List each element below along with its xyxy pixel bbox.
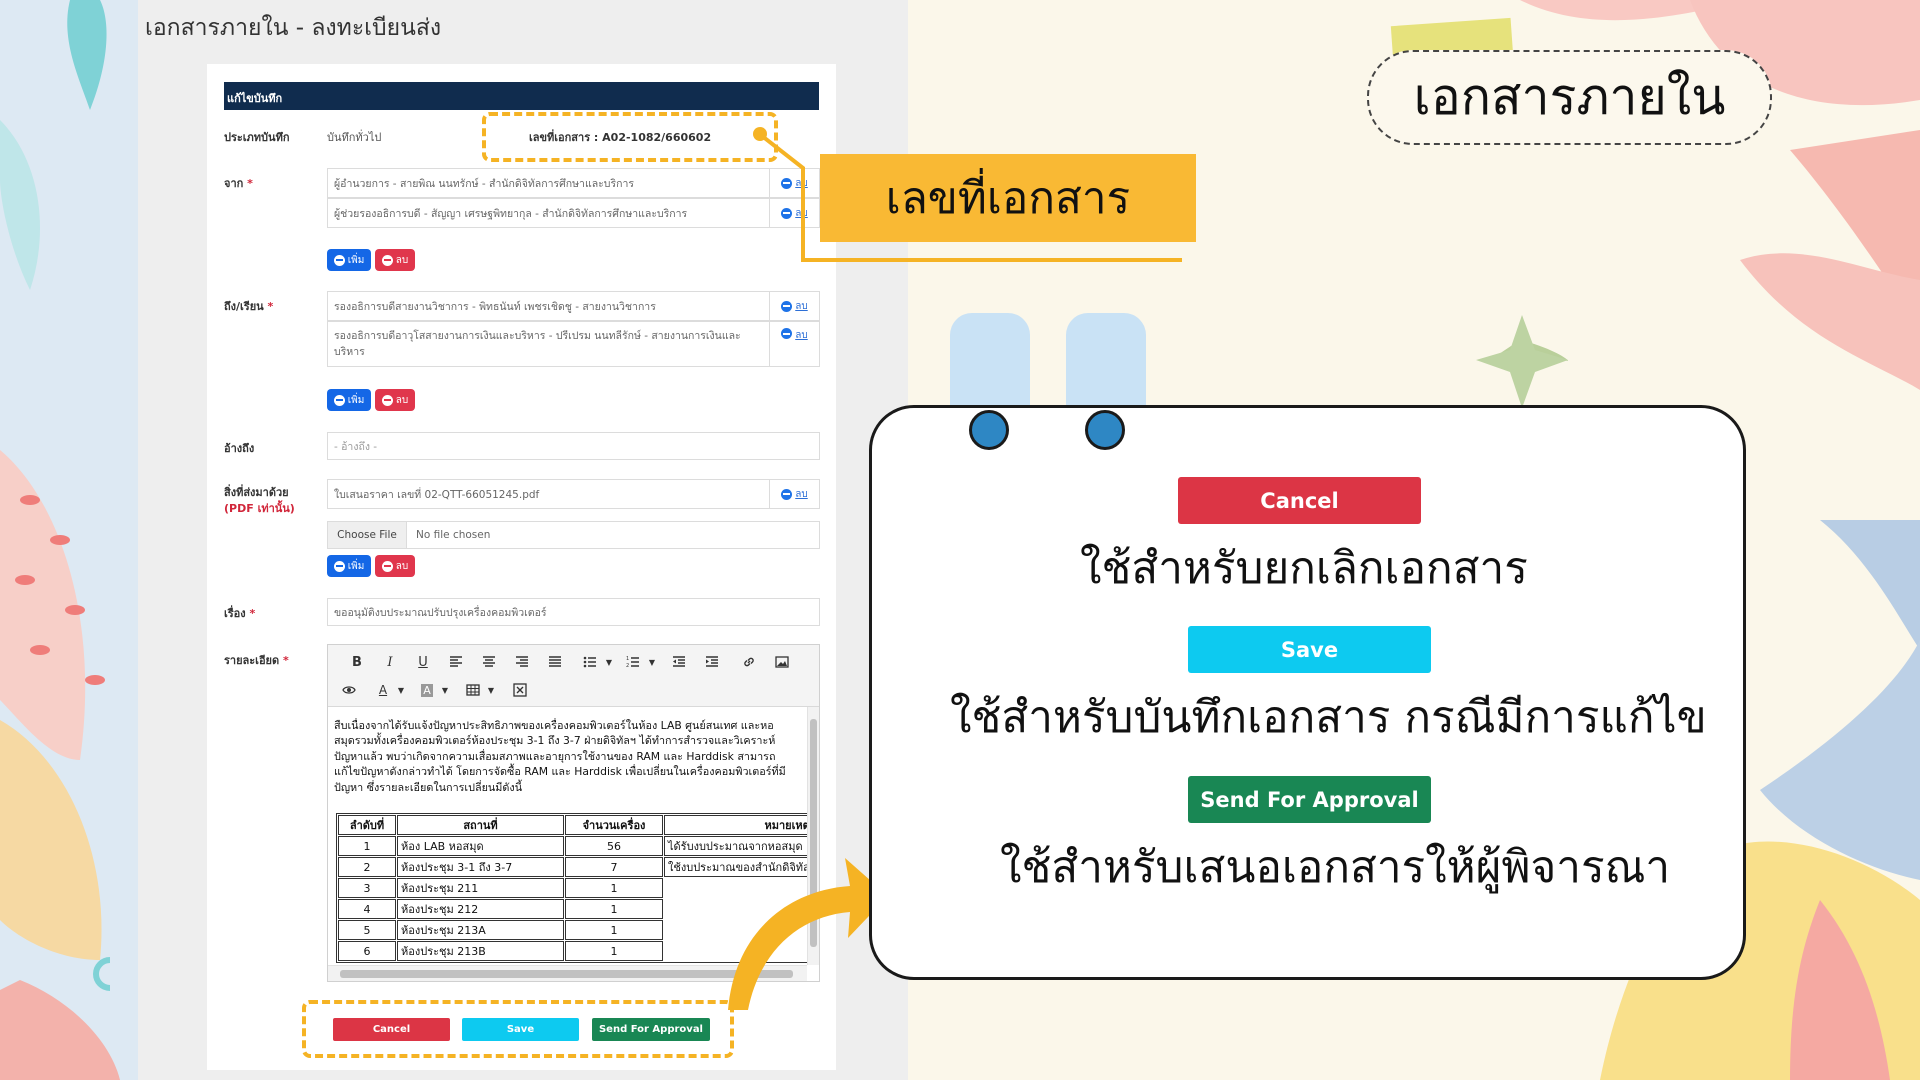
binder-ring — [969, 410, 1009, 450]
legend-cancel-button: Cancel — [1178, 477, 1421, 524]
approve-description: ใช้สำหรับเสนอเอกสารให้ผู้พิจารณา — [1000, 842, 1671, 893]
doc-number-callout: เลขที่เอกสาร — [820, 154, 1196, 242]
cancel-description: ใช้สำหรับยกเลิกเอกสาร — [1080, 543, 1528, 594]
save-description: ใช้สำหรับบันทึกเอกสาร กรณีมีการแก้ไข — [950, 692, 1707, 743]
legend-save-button: Save — [1188, 626, 1431, 673]
binder-ring — [1085, 410, 1125, 450]
legend-approve-button: Send For Approval — [1188, 776, 1431, 823]
slide-title: เอกสารภายใน — [1367, 50, 1772, 145]
